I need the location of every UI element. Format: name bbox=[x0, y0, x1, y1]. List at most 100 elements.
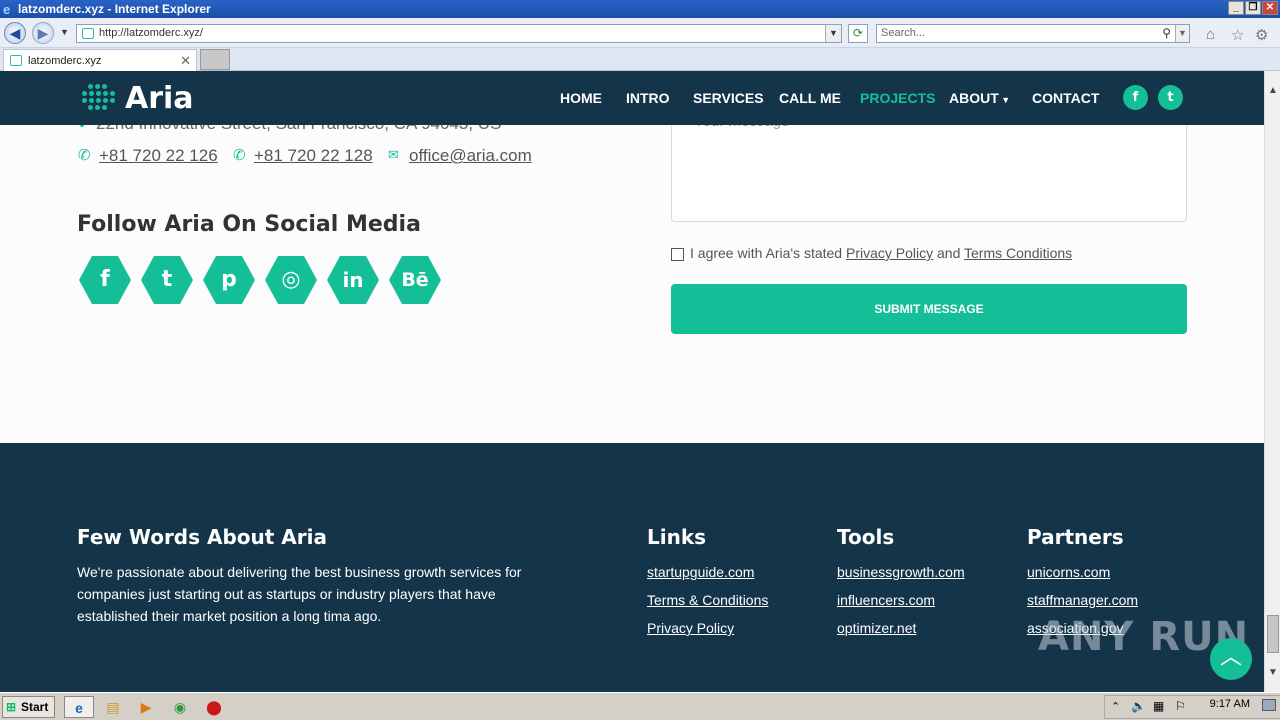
footer-tool-influencers[interactable]: influencers.com bbox=[837, 592, 935, 608]
taskbar-opera-icon[interactable]: ⬤ bbox=[201, 696, 227, 718]
footer-about-title: Few Words About Aria bbox=[77, 525, 327, 549]
footer-about-text: We're passionate about delivering the be… bbox=[77, 564, 522, 624]
nav-services[interactable]: SERVICES bbox=[693, 90, 764, 106]
footer-links-title: Links bbox=[647, 525, 707, 549]
caret-down-icon: ▼ bbox=[998, 95, 1011, 105]
back-button[interactable]: ◀ bbox=[4, 22, 26, 44]
taskbar-clock[interactable]: 9:17 AM bbox=[1210, 698, 1250, 710]
taskbar-chrome-icon[interactable]: ◉ bbox=[167, 696, 193, 718]
scroll-down-icon[interactable]: ▼ bbox=[1268, 667, 1278, 678]
message-textarea[interactable]: Your message bbox=[671, 123, 1187, 222]
window-title: latzomderc.xyz - Internet Explorer bbox=[18, 2, 211, 16]
submit-message-button[interactable]: SUBMIT MESSAGE bbox=[671, 284, 1187, 334]
nav-home[interactable]: HOME bbox=[560, 90, 602, 106]
facebook-icon[interactable]: f bbox=[79, 256, 131, 304]
volume-icon[interactable]: 🔈 bbox=[1131, 699, 1146, 713]
scrollbar-thumb[interactable] bbox=[1267, 615, 1279, 653]
email-link[interactable]: office@aria.com bbox=[409, 146, 532, 166]
pinterest-icon[interactable]: p bbox=[203, 256, 255, 304]
nav-call-me[interactable]: CALL ME bbox=[779, 90, 841, 106]
search-dropdown-icon[interactable]: ▼ bbox=[1175, 25, 1189, 42]
phone-2-link[interactable]: +81 720 22 128 bbox=[254, 146, 373, 166]
favorites-star-icon[interactable]: ☆ bbox=[1231, 26, 1244, 44]
envelope-icon: ✉ bbox=[388, 147, 399, 162]
twitter-icon[interactable]: t bbox=[141, 256, 193, 304]
instagram-icon[interactable]: ◎ bbox=[265, 256, 317, 304]
action-center-flag-icon[interactable]: ⚐ bbox=[1175, 699, 1186, 713]
terms-checkbox[interactable] bbox=[671, 248, 684, 261]
privacy-policy-link[interactable]: Privacy Policy bbox=[846, 245, 933, 261]
address-bar[interactable]: http://latzomderc.xyz/ ▼ bbox=[76, 24, 842, 43]
search-icon[interactable]: ⚲ bbox=[1162, 26, 1171, 40]
phone-1-link[interactable]: +81 720 22 126 bbox=[99, 146, 218, 166]
tab-bar: latzomderc.xyz ✕ bbox=[0, 48, 1280, 71]
start-label: Start bbox=[21, 700, 49, 714]
email-text[interactable]: office@aria.com bbox=[409, 146, 532, 165]
footer-tool-optimizer[interactable]: optimizer.net bbox=[837, 620, 916, 636]
twitter-icon[interactable]: t bbox=[1158, 85, 1183, 110]
footer-tools-title: Tools bbox=[837, 525, 895, 549]
nav-about[interactable]: ABOUT ▼ bbox=[949, 90, 1010, 106]
show-desktop-icon[interactable] bbox=[1262, 699, 1276, 711]
windows-flag-icon: ⊞ bbox=[6, 700, 17, 714]
agree-and: and bbox=[937, 245, 961, 261]
terms-conditions-link[interactable]: Terms Conditions bbox=[964, 245, 1072, 261]
minimize-button[interactable]: _ bbox=[1228, 1, 1244, 15]
tray-expand-icon[interactable]: ⌃ bbox=[1111, 700, 1120, 713]
tab-favicon bbox=[10, 55, 22, 66]
scroll-up-icon[interactable]: ▲ bbox=[1268, 85, 1278, 96]
restore-button[interactable]: ❐ bbox=[1245, 1, 1261, 15]
footer-link-startupguide[interactable]: startupguide.com bbox=[647, 564, 754, 580]
home-icon[interactable]: ⌂ bbox=[1206, 26, 1215, 43]
page-viewport: Aria HOME INTRO SERVICES CALL ME PROJECT… bbox=[0, 71, 1264, 692]
tab-title: latzomderc.xyz bbox=[28, 55, 102, 67]
nav-about-label: ABOUT bbox=[949, 90, 999, 106]
taskbar-ie-icon[interactable]: e bbox=[64, 696, 94, 718]
agree-label: I agree with Aria's stated Privacy Polic… bbox=[690, 245, 1072, 261]
start-button[interactable]: ⊞ Start bbox=[2, 696, 55, 718]
agree-prefix: I agree with Aria's stated bbox=[690, 245, 843, 261]
network-icon[interactable]: ▦ bbox=[1153, 699, 1164, 713]
window-titlebar: e latzomderc.xyz - Internet Explorer _ ❐… bbox=[0, 0, 1280, 18]
nav-intro[interactable]: INTRO bbox=[626, 90, 670, 106]
phone-icon: ✆ bbox=[78, 147, 91, 164]
chevron-up-icon: ︿ bbox=[1219, 645, 1242, 670]
browser-toolbar: ◀ ▶ ▼ http://latzomderc.xyz/ ▼ ⟳ Search.… bbox=[0, 18, 1280, 48]
linkedin-icon[interactable]: in bbox=[327, 256, 379, 304]
new-tab-button[interactable] bbox=[200, 49, 230, 70]
site-logo[interactable]: Aria bbox=[80, 80, 194, 116]
footer-tool-businessgrowth[interactable]: businessgrowth.com bbox=[837, 564, 965, 580]
page-scrollbar[interactable]: ▲ ▼ bbox=[1264, 71, 1280, 692]
footer-partner-staffmanager[interactable]: staffmanager.com bbox=[1027, 592, 1138, 608]
browser-tab[interactable]: latzomderc.xyz ✕ bbox=[3, 49, 197, 71]
taskbar-media-player-icon[interactable]: ▶ bbox=[133, 696, 159, 718]
gear-icon[interactable]: ⚙ bbox=[1255, 26, 1268, 44]
phone-icon: ✆ bbox=[233, 147, 246, 164]
site-navbar: Aria HOME INTRO SERVICES CALL ME PROJECT… bbox=[0, 71, 1264, 125]
address-dropdown-icon[interactable]: ▼ bbox=[825, 25, 841, 42]
nav-projects[interactable]: PROJECTS bbox=[860, 90, 935, 106]
footer-link-privacy[interactable]: Privacy Policy bbox=[647, 620, 734, 636]
footer-link-terms[interactable]: Terms & Conditions bbox=[647, 592, 768, 608]
facebook-icon[interactable]: f bbox=[1123, 85, 1148, 110]
taskbar-explorer-icon[interactable]: ▤ bbox=[100, 696, 126, 718]
behance-icon[interactable]: Bē bbox=[389, 256, 441, 304]
ie-icon: e bbox=[3, 2, 11, 17]
address-url: http://latzomderc.xyz/ bbox=[99, 27, 203, 39]
nav-contact[interactable]: CONTACT bbox=[1032, 90, 1099, 106]
phone-1-text[interactable]: +81 720 22 126 bbox=[99, 146, 218, 165]
search-placeholder: Search... bbox=[881, 27, 926, 39]
back-to-top-button[interactable]: ︿ bbox=[1210, 638, 1252, 680]
logo-text: Aria bbox=[125, 80, 194, 116]
forward-button[interactable]: ▶ bbox=[32, 22, 54, 44]
search-input[interactable]: Search... ⚲ ▼ bbox=[876, 24, 1190, 43]
phone-2-text[interactable]: +81 720 22 128 bbox=[254, 146, 373, 165]
history-dropdown-icon[interactable]: ▼ bbox=[60, 27, 69, 37]
system-tray: ⌃ 🔈 ▦ ⚐ bbox=[1104, 695, 1280, 719]
refresh-button[interactable]: ⟳ bbox=[848, 24, 868, 43]
site-favicon bbox=[82, 28, 94, 39]
close-window-button[interactable]: ✕ bbox=[1262, 1, 1278, 15]
close-tab-icon[interactable]: ✕ bbox=[180, 53, 191, 69]
footer-partners-title: Partners bbox=[1027, 525, 1124, 549]
footer-partner-unicorns[interactable]: unicorns.com bbox=[1027, 564, 1110, 580]
